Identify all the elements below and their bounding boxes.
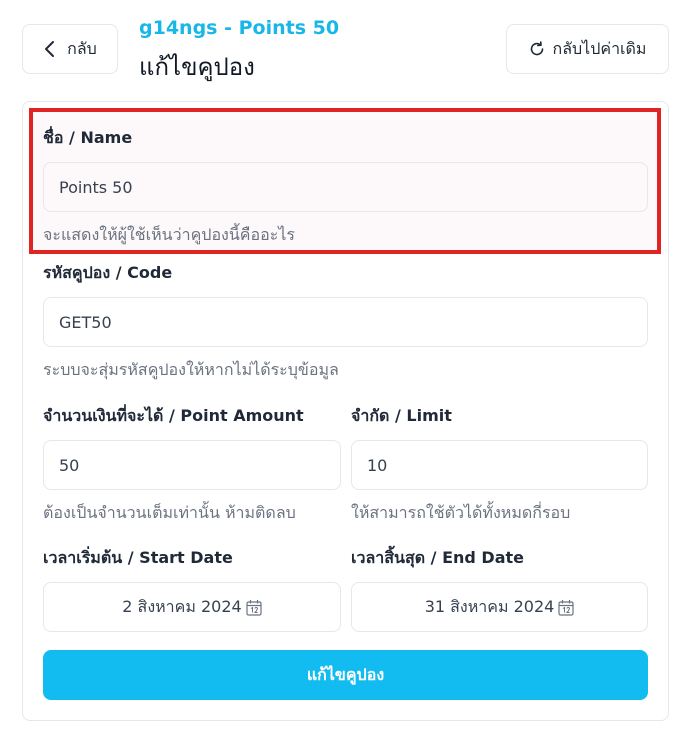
code-label: รหัสคูปอง / Code <box>43 263 173 282</box>
coupon-subtitle: g14ngs - Points 50 <box>139 17 340 39</box>
page-title: แก้ไขคูปอง <box>139 53 255 81</box>
back-button-label: กลับ <box>67 38 97 58</box>
submit-button[interactable]: แก้ไขคูปอง <box>43 650 648 700</box>
chevron-left-icon <box>45 41 55 57</box>
name-label: ชื่อ / Name <box>43 128 133 147</box>
end-date-value: 31 สิงหาคม 2024 <box>424 596 555 616</box>
refresh-icon <box>530 41 543 56</box>
reset-button[interactable]: กลับไปค่าเดิม <box>506 24 669 74</box>
end-date-input[interactable]: 31 สิงหาคม 2024 <box>351 582 648 632</box>
amount-input[interactable]: 50 <box>43 440 341 490</box>
limit-help-text: ให้สามารถใช้ตัวได้ทั้งหมดกี่รอบ <box>351 503 571 522</box>
calendar-icon <box>246 599 262 616</box>
calendar-icon <box>558 599 574 616</box>
code-input[interactable]: GET50 <box>43 297 648 347</box>
limit-input[interactable]: 10 <box>351 440 648 490</box>
start-date-value: 2 สิงหาคม 2024 <box>122 596 242 616</box>
code-help-text: ระบบจะสุ่มรหัสคูปองให้หากไม่ได้ระบุข้อมู… <box>43 360 339 379</box>
start-date-label: เวลาเริ่มต้น / Start Date <box>43 548 233 567</box>
name-help-text: จะแสดงให้ผู้ใช้เห็นว่าคูปองนี้คืออะไร <box>43 225 295 244</box>
limit-label: จำกัด / Limit <box>351 406 452 425</box>
amount-help-text: ต้องเป็นจำนวนเต็มเท่านั้น ห้ามติดลบ <box>43 503 296 522</box>
reset-button-label: กลับไปค่าเดิม <box>552 38 647 58</box>
end-date-label: เวลาสิ้นสุด / End Date <box>351 548 525 567</box>
start-date-input[interactable]: 2 สิงหาคม 2024 <box>43 582 341 632</box>
amount-label: จำนวนเงินที่จะได้ / Point Amount <box>43 406 304 425</box>
name-input[interactable]: Points 50 <box>43 162 648 212</box>
back-button[interactable]: กลับ <box>22 24 118 74</box>
